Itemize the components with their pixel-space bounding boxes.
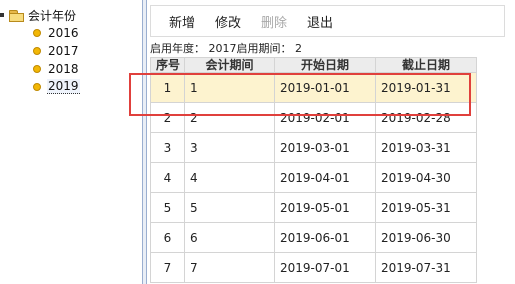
- cell-index: 7: [150, 252, 185, 283]
- start-period-label: 启用期间：: [236, 42, 292, 55]
- tree-year-2017[interactable]: 2017: [33, 42, 80, 59]
- cell-start-date: 2019-02-01: [274, 102, 376, 133]
- year-tree: 会计年份 2016 2017 2018 2019: [0, 0, 142, 284]
- col-header-index[interactable]: 序号: [150, 57, 185, 73]
- tree-year-2019[interactable]: 2019: [33, 78, 80, 95]
- cell-index: 2: [150, 102, 185, 133]
- tree-year-label: 2018: [48, 61, 79, 76]
- start-period-value: 2: [295, 42, 302, 55]
- tree-root[interactable]: 会计年份: [0, 6, 76, 24]
- table-row[interactable]: 3 3 2019-03-01 2019-03-31: [150, 132, 477, 163]
- tree-year-2016[interactable]: 2016: [33, 24, 80, 41]
- tree-year-label: 2017: [48, 43, 79, 58]
- cell-start-date: 2019-01-01: [274, 72, 376, 103]
- tree-root-label: 会计年份: [28, 8, 77, 23]
- start-info: 启用年度： 2017启用期间： 2: [150, 40, 302, 55]
- col-header-end-date[interactable]: 截止日期: [375, 57, 477, 73]
- start-year-label: 启用年度：: [150, 42, 205, 55]
- cell-end-date: 2019-03-31: [375, 132, 477, 163]
- table-header-row: 序号 会计期间 开始日期 截止日期: [150, 57, 477, 73]
- tree-year-label: 2019: [47, 79, 80, 94]
- panel-splitter[interactable]: [142, 0, 147, 284]
- cell-period: 7: [184, 252, 275, 283]
- cell-period: 5: [184, 192, 275, 223]
- year-dot-icon: [33, 46, 41, 55]
- toolbar: 新增 修改 删除 退出: [150, 5, 505, 37]
- add-button[interactable]: 新增: [169, 12, 195, 31]
- delete-button[interactable]: 删除: [261, 12, 287, 31]
- cell-period: 3: [184, 132, 275, 163]
- cell-period: 6: [184, 222, 275, 253]
- tree-year-2018[interactable]: 2018: [33, 60, 80, 77]
- table-row[interactable]: 1 1 2019-01-01 2019-01-31: [150, 72, 477, 103]
- folder-icon: [9, 9, 24, 22]
- cell-end-date: 2019-04-30: [375, 162, 477, 193]
- table-row[interactable]: 5 5 2019-05-01 2019-05-31: [150, 192, 477, 223]
- cell-end-date: 2019-05-31: [375, 192, 477, 223]
- cell-start-date: 2019-06-01: [274, 222, 376, 253]
- cell-period: 1: [184, 72, 275, 103]
- cell-end-date: 2019-07-31: [375, 252, 477, 283]
- col-header-period[interactable]: 会计期间: [184, 57, 275, 73]
- table-row[interactable]: 2 2 2019-02-01 2019-02-28: [150, 102, 477, 133]
- cell-period: 4: [184, 162, 275, 193]
- cell-index: 3: [150, 132, 185, 163]
- exit-button[interactable]: 退出: [307, 12, 333, 31]
- cell-index: 6: [150, 222, 185, 253]
- cell-start-date: 2019-07-01: [274, 252, 376, 283]
- start-year-value: 2017: [208, 42, 237, 55]
- cell-end-date: 2019-01-31: [375, 72, 477, 103]
- table-row[interactable]: 7 7 2019-07-01 2019-07-31: [150, 252, 477, 283]
- cell-end-date: 2019-02-28: [375, 102, 477, 133]
- edit-button[interactable]: 修改: [215, 12, 241, 31]
- table-row[interactable]: 6 6 2019-06-01 2019-06-30: [150, 222, 477, 253]
- table-row[interactable]: 4 4 2019-04-01 2019-04-30: [150, 162, 477, 193]
- cell-start-date: 2019-04-01: [274, 162, 376, 193]
- cell-end-date: 2019-06-30: [375, 222, 477, 253]
- cell-start-date: 2019-03-01: [274, 132, 376, 163]
- tree-year-label: 2016: [48, 25, 79, 40]
- year-dot-icon: [33, 82, 41, 91]
- year-dot-icon: [33, 28, 41, 37]
- tree-expand-icon[interactable]: [0, 13, 4, 17]
- year-dot-icon: [33, 64, 41, 73]
- cell-index: 1: [150, 72, 185, 103]
- cell-start-date: 2019-05-01: [274, 192, 376, 223]
- period-table: 序号 会计期间 开始日期 截止日期 1 1 2019-01-01 2019-01-31…: [150, 57, 477, 283]
- cell-index: 4: [150, 162, 185, 193]
- cell-period: 2: [184, 102, 275, 133]
- col-header-start-date[interactable]: 开始日期: [274, 57, 376, 73]
- cell-index: 5: [150, 192, 185, 223]
